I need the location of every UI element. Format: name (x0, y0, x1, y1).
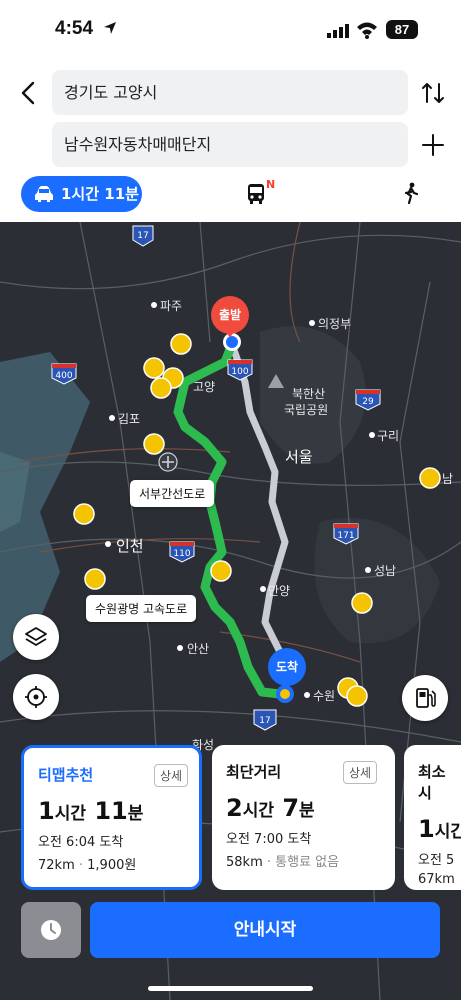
map-label-ansan: 안산 (187, 642, 210, 656)
svg-text:171: 171 (337, 531, 354, 541)
route-duration: 1시간 (418, 815, 461, 843)
my-location-button[interactable] (13, 674, 59, 720)
start-navigation-button[interactable]: 안내시작 (90, 902, 440, 958)
destination-field[interactable]: 남수원자동차매매단지 (52, 122, 408, 167)
svg-text:400: 400 (55, 371, 72, 381)
map-label-paju: 파주 (160, 299, 183, 313)
clock-icon (41, 920, 61, 940)
map-label-seoul: 서울 (285, 448, 313, 466)
add-waypoint-icon[interactable] (420, 132, 446, 158)
status-time: 4:54 (55, 18, 94, 39)
route-duration: 1시간 11분 (38, 797, 144, 825)
car-icon (35, 186, 53, 202)
new-badge: N (266, 178, 276, 191)
fuel-pump-icon (416, 688, 436, 708)
wifi-icon (357, 22, 377, 39)
signal-icon (327, 24, 349, 38)
start-pin[interactable]: 출발 (211, 296, 249, 338)
tab-transit[interactable]: N (248, 178, 275, 208)
map-label-gimpo: 김포 (118, 412, 141, 426)
svg-text:100: 100 (231, 367, 248, 377)
route-arrival: 오전 7:00 도착 (226, 832, 312, 847)
crosshair-icon (25, 686, 47, 708)
detail-button[interactable]: 상세 (343, 761, 378, 784)
map-label-guri: 구리 (377, 429, 400, 443)
back-arrow-icon[interactable] (14, 78, 44, 108)
map-label-uijeongbu: 의정부 (318, 317, 352, 331)
map-label-suwon: 수원 (313, 689, 336, 703)
svg-text:17: 17 (259, 716, 270, 726)
route-meta: 67km (418, 872, 455, 887)
map-label-incheon: 인천 (116, 537, 144, 555)
map-label-anyang: 안양 (268, 584, 291, 598)
depart-time-button[interactable] (21, 902, 81, 958)
route-meta: 58km · 통행료 없음 (226, 855, 340, 870)
route-card-shortest[interactable]: 최단거리 상세 2시간 7분 오전 7:00 도착 58km · 통행료 없음 (212, 745, 395, 890)
map-label-bukhansan: 북한산 (292, 387, 326, 401)
route-arrival: 오전 5 (418, 853, 455, 868)
layers-button[interactable] (13, 614, 59, 660)
svg-text:110: 110 (173, 549, 190, 559)
car-duration: 1시간 11분 (61, 185, 139, 203)
gas-station-button[interactable] (402, 675, 448, 721)
location-arrow-icon (104, 22, 116, 34)
route-duration: 2시간 7분 (226, 794, 315, 822)
map-label-seongnam: 성남 (374, 564, 397, 578)
home-indicator (148, 986, 313, 991)
route-title: 최소시 (418, 763, 446, 802)
end-pin[interactable]: 도착 (268, 648, 306, 690)
status-bar: 4:54 87 (0, 0, 461, 60)
svg-text:17: 17 (137, 231, 148, 241)
route-arrival: 오전 6:04 도착 (38, 835, 124, 850)
map-label-national-park: 국립공원 (284, 403, 329, 417)
layers-icon (25, 627, 47, 646)
origin-field[interactable]: 경기도 고양시 (52, 70, 408, 115)
route-card-recommended[interactable]: 티맵추천 상세 1시간 11분 오전 6:04 도착 72km · 1,900원 (21, 745, 202, 890)
battery-indicator: 87 (386, 20, 418, 39)
svg-text:29: 29 (362, 397, 374, 407)
road-label-seobu: 서부간선도로 (130, 480, 215, 507)
route-card-third[interactable]: 최소시 1시간 오전 5 67km (404, 745, 461, 890)
detail-button[interactable]: 상세 (154, 764, 189, 787)
road-label-suwon-gwangmyeong: 수원광명 고속도로 (86, 595, 197, 622)
route-meta: 72km · 1,900원 (38, 858, 137, 873)
bus-icon (248, 184, 264, 204)
map-label-goyang: 고양 (193, 380, 216, 394)
route-search-header: 경기도 고양시 남수원자동차매매단지 1시간 11분 N (0, 60, 461, 222)
swap-icon[interactable] (420, 80, 446, 106)
walk-icon[interactable] (402, 182, 420, 204)
map-label-east: 남 (442, 472, 454, 486)
tab-car[interactable]: 1시간 11분 (21, 176, 142, 212)
